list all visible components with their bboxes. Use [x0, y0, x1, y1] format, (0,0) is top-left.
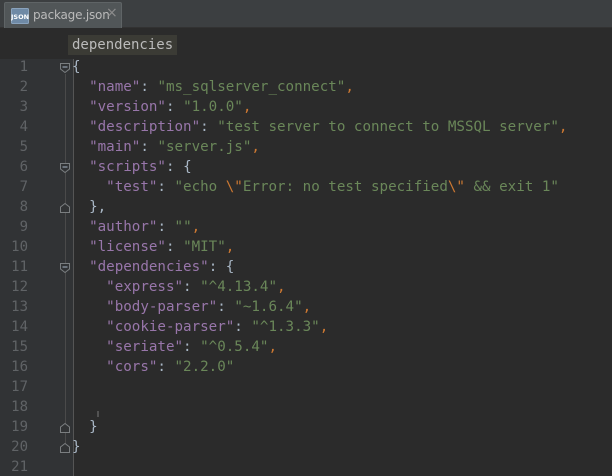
code-line-15[interactable]: "seriate": "^0.5.4", — [72, 339, 277, 355]
fold-end-icon[interactable] — [59, 202, 71, 214]
code-line-10[interactable]: "license": "MIT", — [72, 239, 234, 255]
code-line-6[interactable]: "scripts": { — [72, 159, 192, 175]
line-number: 15 — [11, 339, 28, 355]
code-line-14[interactable]: "cookie-parser": "^1.3.3", — [72, 319, 328, 335]
text-cursor — [97, 411, 99, 417]
line-number: 18 — [11, 399, 28, 415]
code-line-19[interactable]: } — [72, 419, 98, 435]
line-number: 3 — [19, 99, 28, 115]
breadcrumb-bar: dependencies — [0, 29, 612, 59]
code-line-8[interactable]: }, — [72, 199, 106, 215]
line-number: 6 — [19, 159, 28, 175]
breadcrumb[interactable]: dependencies — [68, 35, 178, 55]
line-number: 19 — [11, 419, 28, 435]
code-line-16[interactable]: "cors": "2.2.0" — [72, 359, 234, 375]
tab-package-json[interactable]: JSON package.json × — [4, 2, 122, 28]
svg-text:JSON: JSON — [11, 13, 29, 21]
editor-tab-bar: JSON package.json × — [0, 0, 612, 28]
line-number: 13 — [11, 299, 28, 315]
line-number: 20 — [11, 439, 28, 455]
fold-collapse-icon[interactable] — [59, 62, 71, 74]
code-line-12[interactable]: "express": "^4.13.4", — [72, 279, 285, 295]
line-number: 8 — [19, 199, 28, 215]
fold-end-icon[interactable] — [59, 442, 71, 454]
line-number: 2 — [19, 79, 28, 95]
code-line-4[interactable]: "description": "test server to connect t… — [72, 119, 567, 135]
code-line-5[interactable]: "main": "server.js", — [72, 139, 260, 155]
line-number: 5 — [19, 139, 28, 155]
code-line-7[interactable]: "test": "echo \"Error: no test specified… — [72, 179, 559, 195]
fold-guide — [65, 74, 66, 445]
line-number: 17 — [11, 379, 28, 395]
json-file-icon: JSON — [11, 8, 29, 24]
line-number: 4 — [19, 119, 28, 135]
line-number: 14 — [11, 319, 28, 335]
line-number: 16 — [11, 359, 28, 375]
fold-collapse-icon[interactable] — [59, 162, 71, 174]
code-line-3[interactable]: "version": "1.0.0", — [72, 99, 251, 115]
code-line-20[interactable]: } — [72, 439, 81, 455]
fold-collapse-icon[interactable] — [59, 262, 71, 274]
code-line-1[interactable]: { — [72, 59, 81, 75]
line-number: 12 — [11, 279, 28, 295]
line-number: 9 — [19, 219, 28, 235]
line-number: 11 — [11, 259, 28, 275]
code-line-2[interactable]: "name": "ms_sqlserver_connect", — [72, 79, 354, 95]
line-number: 7 — [19, 179, 28, 195]
fold-end-icon[interactable] — [59, 422, 71, 434]
code-line-9[interactable]: "author": "", — [72, 219, 200, 235]
line-number: 1 — [19, 59, 28, 75]
tab-title: package.json — [33, 8, 110, 22]
close-icon[interactable]: × — [106, 5, 118, 21]
code-line-13[interactable]: "body-parser": "~1.6.4", — [72, 299, 311, 315]
line-number: 21 — [11, 459, 28, 475]
code-line-11[interactable]: "dependencies": { — [72, 259, 234, 275]
line-number: 10 — [11, 239, 28, 255]
